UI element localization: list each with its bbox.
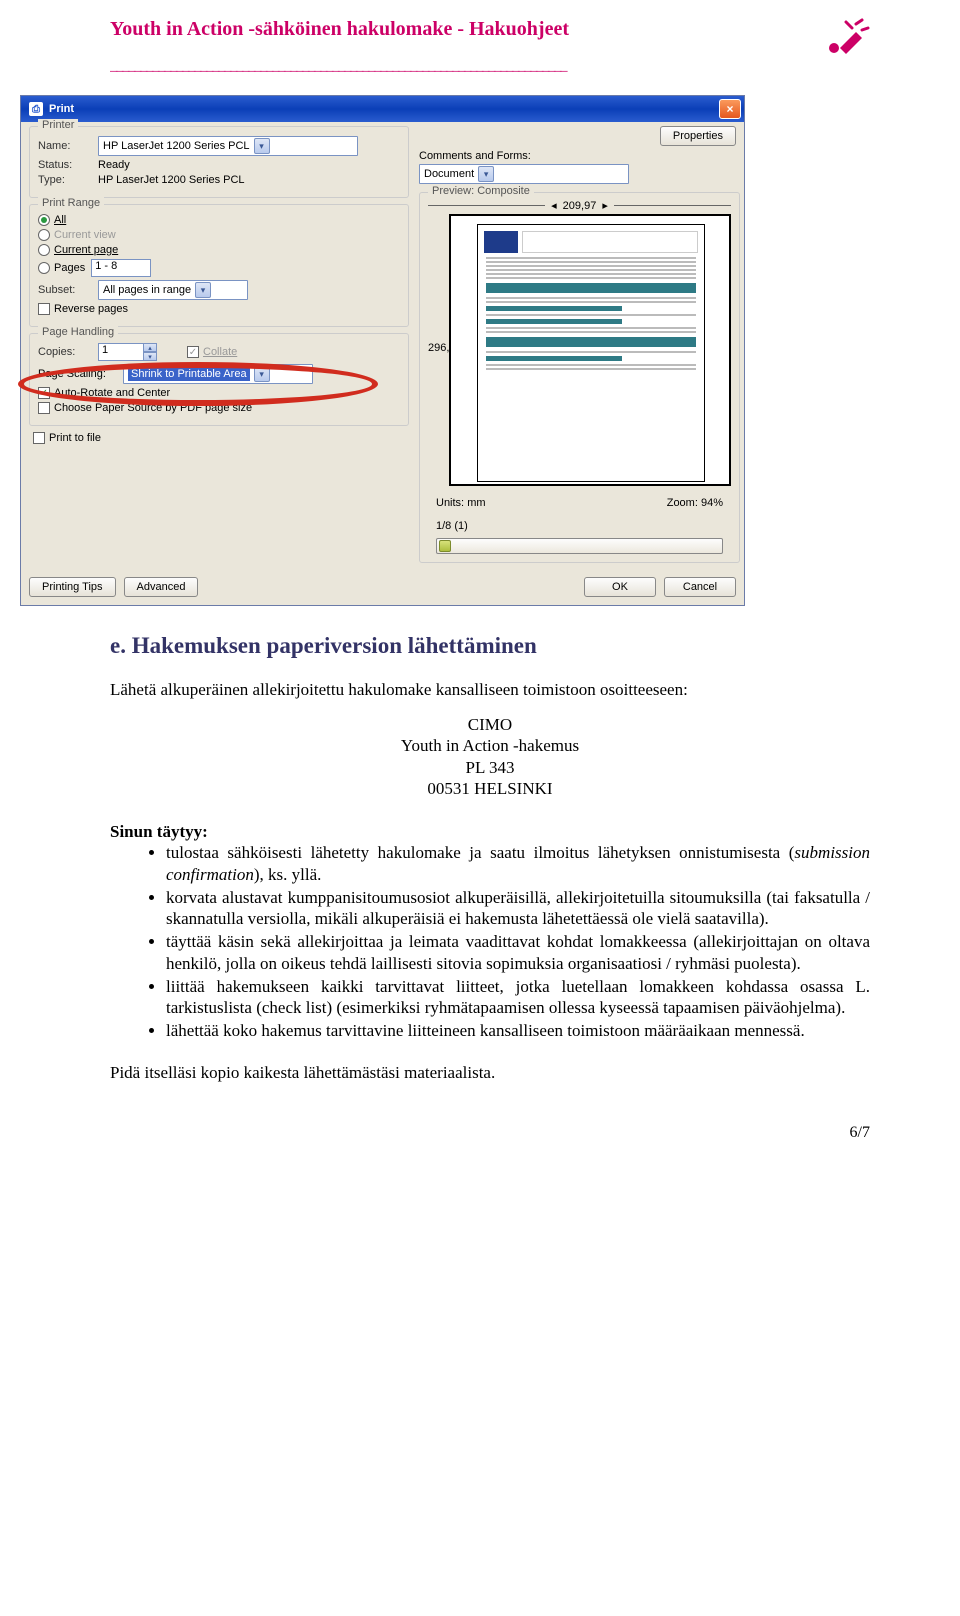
collate-label: Collate: [203, 346, 237, 358]
preview-frame: [449, 214, 731, 486]
section-heading: e. Hakemuksen paperiversion lähettäminen: [110, 632, 870, 661]
page-indicator: 1/8 (1): [436, 520, 723, 532]
preview-document: [477, 224, 705, 482]
choose-paper-label: Choose Paper Source by PDF page size: [54, 402, 252, 414]
radio-current-view[interactable]: [38, 229, 50, 241]
group-legend: Page Handling: [38, 326, 118, 338]
dialog-titlebar: ⎙ Print ×: [21, 96, 744, 122]
group-legend: Printer: [38, 119, 78, 131]
autorotate-label: Auto-Rotate and Center: [54, 387, 170, 399]
preview-legend: Preview: Composite: [428, 185, 534, 197]
reverse-check[interactable]: [38, 303, 50, 315]
slider-thumb[interactable]: [439, 540, 451, 552]
opt-current-view: Current view: [54, 229, 116, 241]
subset-select[interactable]: All pages in range ▾: [98, 280, 248, 300]
chevron-down-icon: ▾: [195, 282, 211, 298]
comments-value: Document: [424, 168, 474, 180]
name-label: Name:: [38, 140, 98, 152]
print-to-file-label: Print to file: [49, 432, 101, 444]
page-slider[interactable]: [436, 538, 723, 554]
status-label: Status:: [38, 159, 98, 171]
ok-button[interactable]: OK: [584, 577, 656, 597]
copies-input[interactable]: 1: [98, 343, 144, 361]
must-label: Sinun täytyy:: [110, 821, 870, 842]
print-dialog: ⎙ Print × Printer Name: HP LaserJet 1200…: [20, 95, 745, 606]
zoom-value: 94%: [701, 497, 723, 509]
radio-pages[interactable]: [38, 262, 50, 274]
printer-group: Printer Name: HP LaserJet 1200 Series PC…: [29, 126, 409, 198]
addr-line: CIMO: [110, 714, 870, 735]
choose-paper-check[interactable]: [38, 402, 50, 414]
chevron-down-icon: ▾: [254, 366, 270, 382]
pages-input[interactable]: 1 - 8: [91, 259, 151, 277]
properties-button[interactable]: Properties: [660, 126, 736, 146]
opt-all: All: [54, 214, 66, 226]
header-underline: ________________________________________…: [110, 58, 870, 75]
subset-label: Subset:: [38, 284, 98, 296]
list-item: liittää hakemukseen kaikki tarvittavat l…: [166, 976, 870, 1019]
preview-height: 296,97: [428, 342, 449, 354]
intro-text: Lähetä alkuperäinen allekirjoitettu haku…: [110, 679, 870, 700]
address-block: CIMO Youth in Action -hakemus PL 343 005…: [110, 714, 870, 799]
list-item: korvata alustavat kumppanisitoumusosiot …: [166, 887, 870, 930]
page-scaling-select[interactable]: Shrink to Printable Area ▾: [123, 364, 313, 384]
preview-group: Preview: Composite ◂ 209,97 ▸ 296,97: [419, 192, 740, 563]
closing-text: Pidä itselläsi kopio kaikesta lähettämäs…: [110, 1062, 870, 1083]
preview-width: 209,97: [563, 200, 597, 212]
opt-pages: Pages: [54, 262, 85, 274]
addr-line: PL 343: [110, 757, 870, 778]
list-item: täyttää käsin sekä allekirjoittaa ja lei…: [166, 931, 870, 974]
units-label: Units:: [436, 497, 464, 509]
li-text: ), ks. yllä.: [254, 865, 322, 884]
copies-stepper[interactable]: ▴▾: [143, 343, 157, 361]
document-header: Youth in Action -sähköinen hakulomake - …: [0, 0, 960, 75]
comments-label: Comments and Forms:: [419, 150, 531, 162]
radio-current-page[interactable]: [38, 244, 50, 256]
chevron-down-icon: ▾: [254, 138, 270, 154]
page-number: 6/7: [110, 1123, 870, 1143]
subset-value: All pages in range: [103, 284, 191, 296]
document-body: e. Hakemuksen paperiversion lähettäminen…: [0, 606, 960, 1183]
printer-name-value: HP LaserJet 1200 Series PCL: [103, 140, 250, 152]
cancel-button[interactable]: Cancel: [664, 577, 736, 597]
printing-tips-button[interactable]: Printing Tips: [29, 577, 116, 597]
addr-line: 00531 HELSINKI: [110, 778, 870, 799]
printer-name-select[interactable]: HP LaserJet 1200 Series PCL ▾: [98, 136, 358, 156]
autorotate-check[interactable]: ✓: [38, 387, 50, 399]
page-handling-group: Page Handling Copies: 1 ▴▾ ✓ Collate Pag…: [29, 333, 409, 426]
dialog-title: Print: [49, 103, 74, 115]
status-value: Ready: [98, 159, 130, 171]
logo-icon: [826, 18, 870, 62]
advanced-button[interactable]: Advanced: [124, 577, 199, 597]
li-text: tulostaa sähköisesti lähetetty hakulomak…: [166, 843, 794, 862]
type-label: Type:: [38, 174, 98, 186]
list-item: tulostaa sähköisesti lähetetty hakulomak…: [166, 842, 870, 885]
requirements-list: tulostaa sähköisesti lähetetty hakulomak…: [110, 842, 870, 1041]
group-legend: Print Range: [38, 197, 104, 209]
reverse-label: Reverse pages: [54, 303, 128, 315]
collate-check[interactable]: ✓: [187, 346, 199, 358]
units-value: mm: [467, 497, 485, 509]
print-range-group: Print Range All Current view Current pag…: [29, 204, 409, 327]
print-to-file-check[interactable]: [33, 432, 45, 444]
comments-select[interactable]: Document ▾: [419, 164, 629, 184]
scaling-value: Shrink to Printable Area: [128, 367, 250, 381]
scaling-label: Page Scaling:: [38, 368, 123, 380]
type-value: HP LaserJet 1200 Series PCL: [98, 174, 245, 186]
copies-label: Copies:: [38, 346, 98, 358]
opt-current-page: Current page: [54, 244, 118, 256]
list-item: lähettää koko hakemus tarvittavine liitt…: [166, 1020, 870, 1041]
radio-all[interactable]: [38, 214, 50, 226]
header-title: Youth in Action -sähköinen hakulomake - …: [110, 18, 826, 41]
chevron-down-icon: ▾: [478, 166, 494, 182]
zoom-label: Zoom:: [667, 497, 698, 509]
close-button[interactable]: ×: [719, 99, 741, 119]
addr-line: Youth in Action -hakemus: [110, 735, 870, 756]
printer-icon: ⎙: [29, 102, 43, 116]
